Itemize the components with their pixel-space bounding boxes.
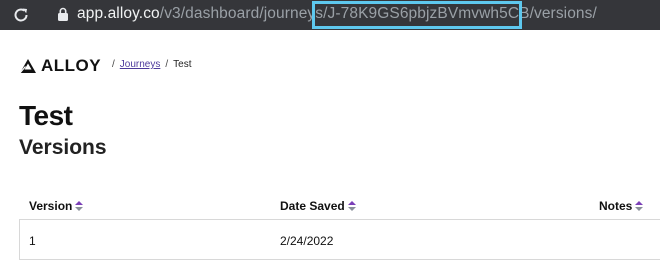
column-header-label: Version (29, 199, 73, 213)
column-header-date-saved[interactable]: Date Saved (280, 199, 356, 213)
browser-url-bar[interactable]: app.alloy.co/v3/dashboard/journeys/J-78K… (0, 0, 660, 30)
cell-date-saved: 2/24/2022 (280, 234, 334, 248)
column-header-label: Date Saved (280, 199, 345, 213)
column-header-version[interactable]: Version (29, 199, 84, 213)
url-host: app.alloy.co (77, 5, 160, 22)
sort-icon[interactable] (635, 200, 644, 212)
column-header-label: Notes (599, 199, 633, 213)
alloy-logo-icon (19, 59, 36, 74)
reload-icon[interactable] (12, 6, 30, 24)
logo-text: ALLOY (41, 56, 102, 75)
page-subtitle: Versions (19, 136, 107, 159)
journey-id-highlight (312, 1, 522, 29)
page-title: Test (19, 100, 73, 131)
breadcrumb-journeys-link[interactable]: Journeys (120, 59, 161, 70)
breadcrumb-separator: / (112, 59, 115, 70)
column-header-notes[interactable]: Notes (599, 199, 644, 213)
versions-table: Version Date Saved Notes 1 2/24/2022 (19, 193, 660, 260)
alloy-logo[interactable]: ALLOY (19, 56, 101, 76)
lock-icon (58, 7, 68, 21)
cell-version: 1 (29, 234, 36, 248)
breadcrumb: / Journeys / Test (107, 59, 191, 70)
sort-icon[interactable] (347, 200, 356, 212)
table-header: Version Date Saved Notes (19, 193, 660, 220)
sort-icon[interactable] (75, 200, 84, 212)
breadcrumb-separator: / (165, 59, 169, 70)
table-row[interactable]: 1 2/24/2022 (19, 220, 660, 260)
breadcrumb-current: Test (173, 59, 192, 70)
